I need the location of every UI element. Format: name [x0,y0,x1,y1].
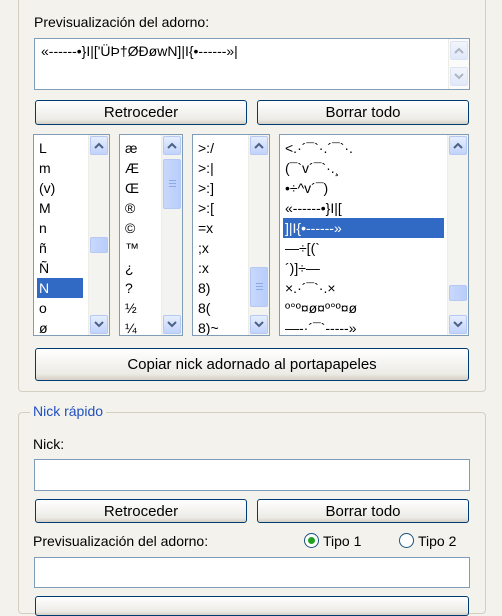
scroll-down-button[interactable] [450,67,468,86]
nick-label: Nick: [33,436,65,452]
decorations-list: <.·´¯`·.´¯`·. (¯`v´¯`·.¸ •÷^v´¯) «------•}I… [283,138,444,335]
type2-label[interactable]: Tipo 2 [418,533,456,549]
decorations-listbox[interactable]: <.·´¯`·.´¯`·. (¯`v´¯`·.¸ •÷^v´¯) «------•}I… [279,134,469,336]
preview-label: Previsualización del adorno: [34,14,210,30]
scroll-up-button[interactable] [450,41,468,60]
preview-textarea[interactable]: «------•}I|['ÜÞ†ØÐøwN]|I{•------»| [34,38,470,90]
chevron-down-icon [94,321,104,328]
list-item[interactable]: (¯`v´¯`·.¸ [283,158,444,178]
symbols-scrollbar[interactable] [161,135,182,335]
scroll-up-button[interactable] [163,136,181,155]
list-item[interactable]: <.·´¯`·.´¯`·. [283,138,444,158]
chevron-down-icon [453,321,463,328]
list-item[interactable]: 8) [196,278,219,298]
list-item[interactable]: Æ [123,158,139,178]
type2-radio[interactable] [399,533,414,548]
scroll-thumb[interactable] [250,267,268,307]
list-item[interactable]: Ñ [37,258,83,278]
list-item[interactable]: 8( [196,298,219,318]
chevron-down-icon [254,321,264,328]
clear-all-button[interactable]: Borrar todo [257,100,469,125]
chevron-up-icon [454,47,464,54]
list-item[interactable]: ¿ [123,258,139,278]
quick-back-button[interactable]: Retroceder [35,499,247,523]
nick-input[interactable] [34,459,470,491]
list-item[interactable]: ? [123,278,139,298]
list-item[interactable]: ;x [196,238,219,258]
type1-radio[interactable] [304,533,319,548]
radio-selected-dot [308,537,315,544]
decorations-scrollbar[interactable] [447,135,468,335]
letters-list: Lm (v) Mn ñ Ñ No ø [37,138,83,335]
list-item[interactable]: ½ [123,298,139,318]
list-item[interactable]: ñ [37,238,83,258]
list-item[interactable]: ´)]÷— [283,258,444,278]
list-item[interactable]: —-·´¯`-----» [283,318,444,335]
emoticons-scrollbar[interactable] [248,135,269,335]
list-item[interactable]: =x [196,218,219,238]
symbols-list: æ Æ Œ ® © ™ ¿? ½ ¼ [123,138,139,335]
list-item[interactable]: L [37,138,83,158]
list-item[interactable]: ×.·´¯`·.× [283,278,444,298]
list-item[interactable]: —÷[(` [283,238,444,258]
chevron-up-icon [167,142,177,149]
scroll-thumb[interactable] [163,159,181,209]
list-item[interactable]: 8)~ [196,318,219,335]
quick-preview-input[interactable] [34,557,470,588]
preview-scrollbar[interactable] [448,39,469,89]
type1-label[interactable]: Tipo 1 [323,533,361,549]
chevron-up-icon [94,142,104,149]
list-item[interactable]: m [37,158,83,178]
list-item[interactable]: n [37,218,83,238]
letters-scrollbar[interactable] [88,135,109,335]
list-item[interactable]: M [37,198,83,218]
list-item[interactable]: Œ [123,178,139,198]
list-item[interactable]: (v) [37,178,83,198]
list-item[interactable]: >:/ [196,138,219,158]
symbols-listbox[interactable]: æ Æ Œ ® © ™ ¿? ½ ¼ [119,134,183,336]
back-button[interactable]: Retroceder [35,100,247,125]
copy-to-clipboard-button[interactable]: Copiar nick adornado al portapapeles [35,348,469,381]
scroll-up-button[interactable] [90,136,108,155]
scroll-thumb[interactable] [449,285,467,301]
list-item[interactable]: º°º¤ø¤º°º¤ø [283,298,444,318]
scroll-up-button[interactable] [449,136,467,155]
chevron-up-icon [254,142,264,149]
list-item[interactable]: >:[ [196,198,219,218]
scroll-down-button[interactable] [250,315,268,334]
bottom-button-partial[interactable] [35,596,469,616]
list-item[interactable]: o [37,298,83,318]
list-item[interactable]: >:] [196,178,219,198]
chevron-down-icon [454,73,464,80]
chevron-up-icon [453,142,463,149]
quick-nick-title: Nick rápido [30,403,107,419]
quick-clear-all-button[interactable]: Borrar todo [257,499,469,523]
list-item[interactable]: ø [37,318,83,335]
scroll-up-button[interactable] [250,136,268,155]
list-item[interactable]: ]|I{•------» [283,218,444,238]
chevron-down-icon [167,321,177,328]
letters-listbox[interactable]: Lm (v) Mn ñ Ñ No ø [33,134,110,336]
list-item[interactable]: ™ [123,238,139,258]
list-item[interactable]: © [123,218,139,238]
scroll-down-button[interactable] [163,315,181,334]
list-item[interactable]: •÷^v´¯) [283,178,444,198]
list-item[interactable]: «------•}I|[ [283,198,444,218]
scroll-thumb[interactable] [90,237,108,253]
emoticons-list: >:/>:| >:] >:[=x ;x:x 8) 8(8)~ [196,138,219,335]
scroll-down-button[interactable] [90,315,108,334]
quick-preview-label: Previsualización del adorno: [33,533,209,549]
emoticons-listbox[interactable]: >:/>:| >:] >:[=x ;x:x 8) 8(8)~ [192,134,270,336]
list-item[interactable]: ¼ [123,318,139,335]
scroll-down-button[interactable] [449,315,467,334]
list-item[interactable]: æ [123,138,139,158]
list-item[interactable]: :x [196,258,219,278]
list-item[interactable]: >:| [196,158,219,178]
preview-text: «------•}I|['ÜÞ†ØÐøwN]|I{•------»| [41,43,238,59]
list-item[interactable]: ® [123,198,139,218]
list-item[interactable]: N [37,278,83,298]
